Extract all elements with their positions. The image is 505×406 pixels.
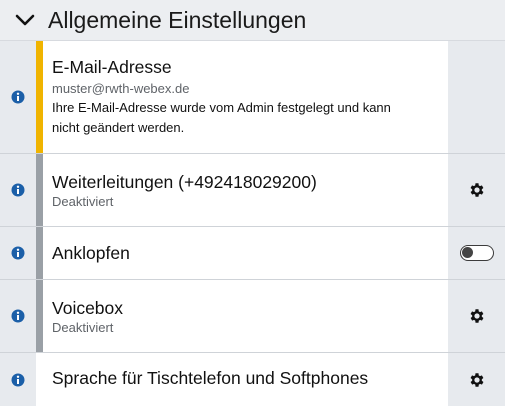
- setting-content: Weiterleitungen (+492418029200) Deaktivi…: [43, 154, 448, 226]
- action-cell: [448, 280, 505, 352]
- call-waiting-toggle[interactable]: [459, 245, 494, 261]
- info-icon[interactable]: [11, 90, 25, 104]
- info-icon[interactable]: [11, 183, 25, 197]
- gear-icon[interactable]: [468, 181, 486, 199]
- info-cell: [0, 280, 36, 352]
- setting-title: Weiterleitungen (+492418029200): [52, 171, 317, 192]
- status-stripe: [36, 280, 43, 352]
- info-cell: [0, 227, 36, 279]
- setting-row-voicebox[interactable]: Voicebox Deaktiviert: [0, 280, 505, 353]
- setting-row-forwarding[interactable]: Weiterleitungen (+492418029200) Deaktivi…: [0, 154, 505, 227]
- setting-subtitle: muster@rwth-webex.de: [52, 81, 190, 96]
- info-icon[interactable]: [11, 246, 25, 260]
- setting-row-call-waiting: Anklopfen: [0, 227, 505, 280]
- setting-content: Voicebox Deaktiviert: [43, 280, 448, 352]
- setting-title: Anklopfen: [52, 243, 130, 263]
- setting-content: E-Mail-Adresse muster@rwth-webex.de Ihre…: [43, 41, 448, 153]
- status-stripe: [36, 353, 43, 406]
- setting-row-language[interactable]: Sprache für Tischtelefon und Softphones: [0, 353, 505, 406]
- gear-icon[interactable]: [468, 371, 486, 389]
- setting-status: Deaktiviert: [52, 193, 114, 209]
- info-icon[interactable]: [11, 373, 25, 387]
- status-stripe: [36, 227, 43, 279]
- setting-note: Ihre E-Mail-Adresse wurde vom Admin fest…: [52, 100, 391, 135]
- action-cell: [448, 227, 505, 279]
- section-header[interactable]: Allgemeine Einstellungen: [0, 0, 505, 41]
- gear-icon[interactable]: [468, 307, 486, 325]
- action-cell: [448, 154, 505, 226]
- setting-row-email: E-Mail-Adresse muster@rwth-webex.de Ihre…: [0, 41, 505, 154]
- action-cell: [448, 353, 505, 406]
- section-title: Allgemeine Einstellungen: [48, 6, 307, 33]
- setting-content: Sprache für Tischtelefon und Softphones: [43, 353, 448, 406]
- setting-title: Sprache für Tischtelefon und Softphones: [52, 368, 369, 388]
- setting-title: E-Mail-Adresse: [52, 57, 172, 77]
- setting-content: Anklopfen: [43, 227, 448, 279]
- info-cell: [0, 154, 36, 226]
- status-stripe: [36, 41, 43, 153]
- info-cell: [0, 41, 36, 153]
- status-stripe: [36, 154, 43, 226]
- setting-status: Deaktiviert: [52, 319, 114, 335]
- setting-title: Voicebox: [52, 297, 124, 318]
- info-cell: [0, 353, 36, 406]
- info-icon[interactable]: [11, 309, 25, 323]
- toggle-knob: [461, 247, 473, 258]
- chevron-down-icon[interactable]: [14, 9, 36, 31]
- action-cell: [448, 41, 505, 153]
- settings-section: Allgemeine Einstellungen E-Mail-Adresse …: [0, 0, 505, 406]
